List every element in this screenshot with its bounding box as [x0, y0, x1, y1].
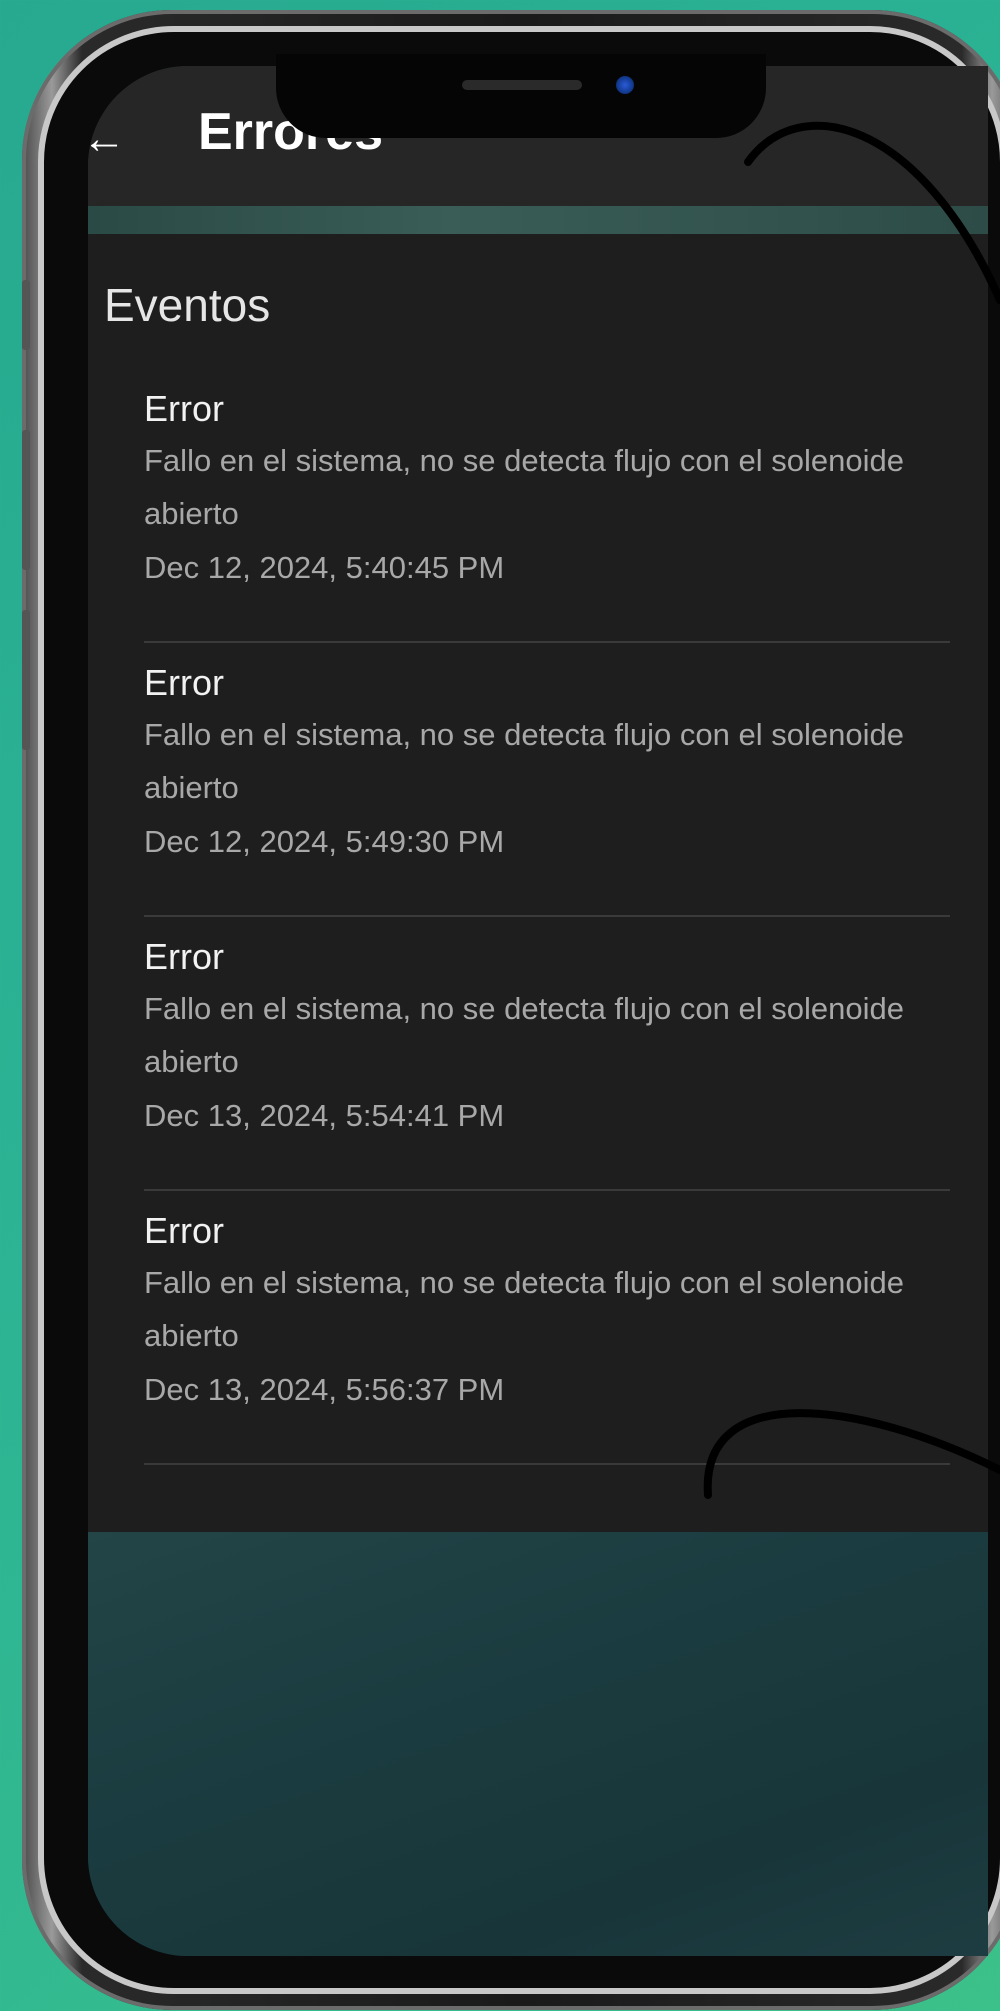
decorative-curves — [703, 121, 1000, 1499]
decorative-curve-top — [744, 121, 1000, 304]
decorative-curve-bottom — [703, 1409, 1000, 1499]
